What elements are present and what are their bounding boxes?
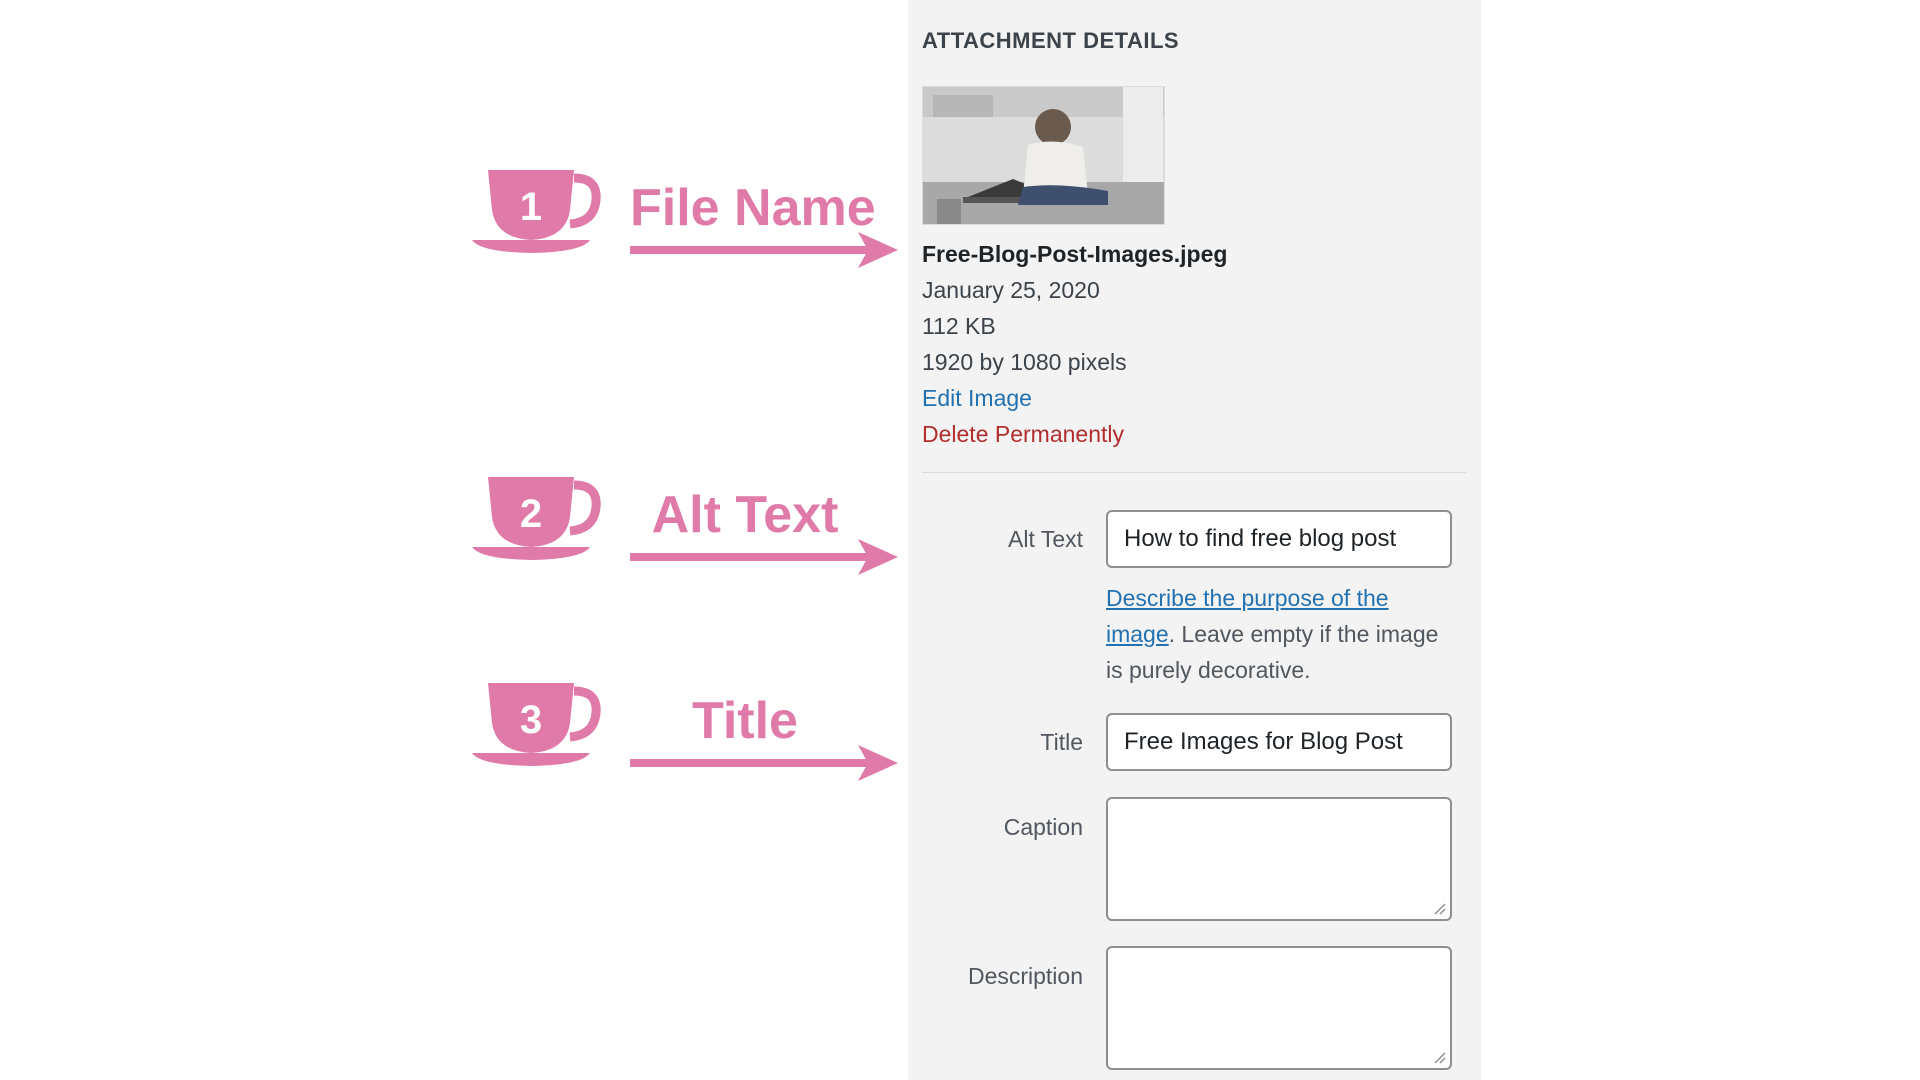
attachment-details-panel: ATTACHMENT DETAILS Free-Blog-Post-Images…	[908, 0, 1481, 1080]
callout-label: Title	[692, 692, 798, 750]
screen: 1 File Name 2 Alt Text 3 Title ATTACHMEN…	[0, 0, 1920, 1080]
upload-date: January 25, 2020	[922, 277, 1100, 303]
caption-label: Caption	[1003, 814, 1083, 840]
resize-handle-icon[interactable]	[1432, 1050, 1446, 1064]
file-info: Free-Blog-Post-Images.jpeg January 25, 2…	[922, 236, 1462, 452]
caption-textarea[interactable]	[1106, 797, 1452, 921]
resize-handle-icon[interactable]	[1432, 901, 1446, 915]
thumbnail-image	[923, 87, 1164, 224]
callout-label: Alt Text	[651, 486, 839, 544]
callout-file-name: 1 File Name	[470, 160, 910, 268]
teacup-icon: 2	[470, 467, 605, 567]
delete-permanently-link[interactable]: Delete Permanently	[922, 416, 1462, 452]
callout-number: 1	[520, 185, 542, 229]
file-name: Free-Blog-Post-Images.jpeg	[922, 241, 1228, 267]
alt-text-input[interactable]: How to find free blog post	[1106, 510, 1452, 568]
description-label: Description	[967, 963, 1083, 989]
divider	[922, 472, 1466, 473]
callout-alt-text: 2 Alt Text	[470, 467, 910, 575]
callout-title: 3 Title	[470, 673, 910, 781]
arrow-right-icon	[630, 230, 900, 270]
alt-text-help: Describe the purpose of the image. Leave…	[1106, 580, 1456, 688]
edit-image-link[interactable]: Edit Image	[922, 380, 1462, 416]
alt-text-label: Alt Text	[1008, 526, 1083, 552]
attachment-thumbnail[interactable]	[922, 86, 1165, 225]
arrow-right-icon	[630, 743, 900, 783]
panel-heading: ATTACHMENT DETAILS	[922, 28, 1180, 53]
file-size: 112 KB	[922, 313, 996, 339]
teacup-icon: 1	[470, 160, 605, 260]
arrow-right-icon	[630, 537, 900, 577]
image-dimensions: 1920 by 1080 pixels	[922, 349, 1127, 375]
title-input[interactable]: Free Images for Blog Post	[1106, 713, 1452, 771]
callout-number: 3	[520, 698, 542, 742]
callout-label: File Name	[630, 179, 876, 237]
description-textarea[interactable]	[1106, 946, 1452, 1070]
callout-number: 2	[520, 492, 542, 536]
title-label: Title	[1040, 729, 1083, 755]
teacup-icon: 3	[470, 673, 605, 773]
